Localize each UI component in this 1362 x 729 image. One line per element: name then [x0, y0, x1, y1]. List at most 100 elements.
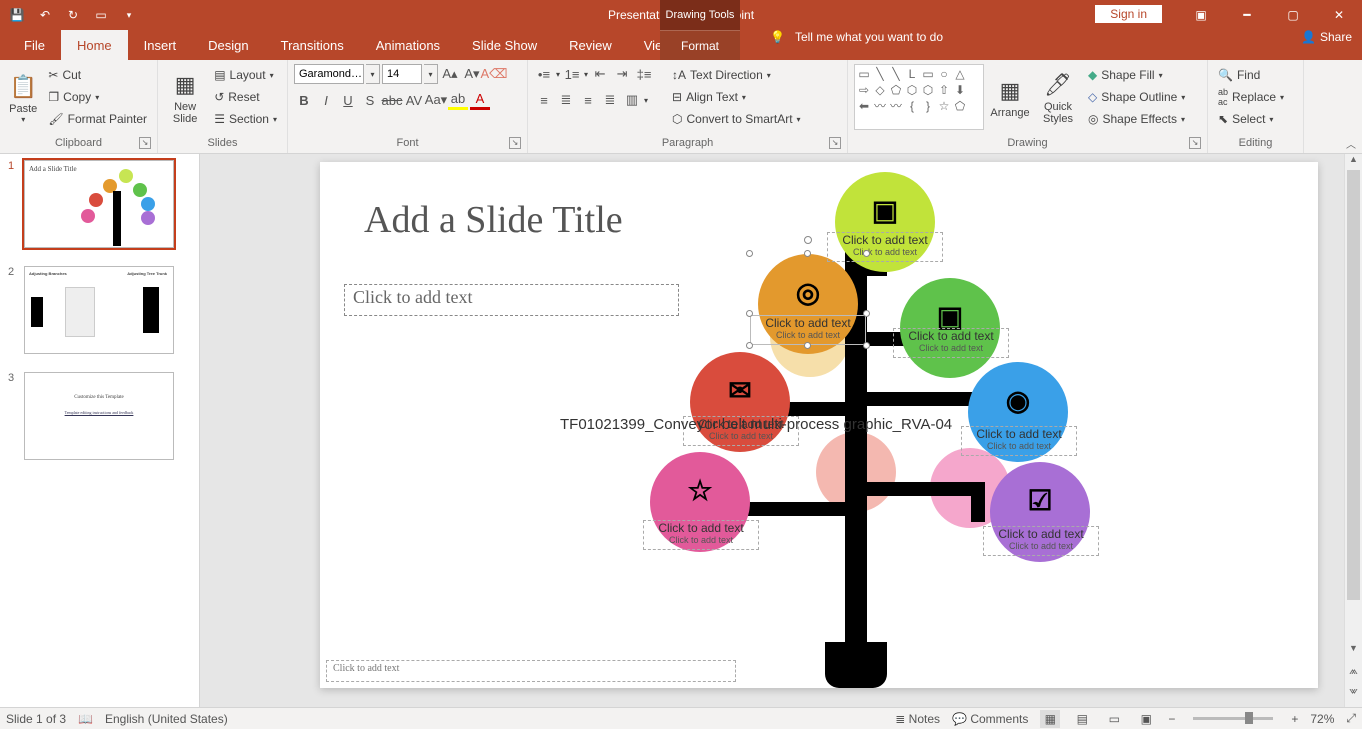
font-size-dropdown[interactable]: ▾ [424, 64, 438, 84]
drawing-dialog-launcher[interactable]: ↘ [1189, 137, 1201, 149]
align-right-button[interactable]: ≡ [578, 90, 598, 110]
collapse-ribbon-button[interactable]: ︿ [1346, 136, 1356, 151]
notes-button[interactable]: ≣ Notes [895, 712, 940, 726]
thumb-2[interactable]: Adjusting Branches Adjusting Tree Trunk [24, 266, 174, 354]
tell-me-search[interactable]: 💡 Tell me what you want to do [770, 30, 943, 44]
thumb-3[interactable]: Customize this Template Template editing… [24, 372, 174, 460]
line-spacing-button[interactable]: ‡≡ [634, 64, 654, 84]
purple-text[interactable]: Click to add textClick to add text [983, 526, 1099, 556]
vertical-scrollbar[interactable]: ▲ ▼ ⩕ ⩖ [1344, 154, 1362, 707]
clear-formatting-button[interactable]: A⌫ [484, 64, 504, 84]
branch-f2[interactable] [971, 482, 985, 522]
new-slide-button[interactable]: ▦ New Slide [164, 64, 206, 130]
numbering-button[interactable]: 1≡ [562, 64, 582, 84]
language-status[interactable]: English (United States) [105, 712, 228, 726]
align-text-button[interactable]: ⊟Align Text▾ [668, 86, 805, 108]
font-size-input[interactable] [382, 64, 422, 84]
bullets-button[interactable]: •≡ [534, 64, 554, 84]
next-slide-icon[interactable]: ⩖ [1345, 685, 1362, 701]
slide-editor[interactable]: Add a Slide Title Click to add text TF01… [200, 154, 1344, 707]
scroll-up-icon[interactable]: ▲ [1345, 154, 1362, 170]
green-text[interactable]: Click to add textClick to add text [893, 328, 1009, 358]
align-center-button[interactable]: ≣ [556, 90, 576, 110]
slide-canvas[interactable]: Add a Slide Title Click to add text TF01… [320, 162, 1318, 688]
selection-handles[interactable] [750, 254, 866, 314]
pink-text[interactable]: Click to add textClick to add text [643, 520, 759, 550]
replace-button[interactable]: abacReplace▾ [1214, 86, 1288, 108]
tree-base[interactable] [825, 642, 887, 688]
cut-button[interactable]: ✂Cut [44, 64, 151, 86]
sign-in-button[interactable]: Sign in [1095, 5, 1162, 23]
font-color-button[interactable]: A [470, 90, 490, 110]
reading-view-button[interactable]: ▭ [1104, 710, 1124, 728]
sorter-view-button[interactable]: ▤ [1072, 710, 1092, 728]
copy-button[interactable]: ❐Copy▾ [44, 86, 151, 108]
spellcheck-icon[interactable]: 📖 [78, 712, 93, 726]
footer-placeholder[interactable]: Click to add text [326, 660, 736, 682]
change-case-button[interactable]: Aa▾ [426, 90, 446, 110]
format-painter-button[interactable]: 🖌Format Painter [44, 108, 151, 130]
reset-button[interactable]: ↺Reset [210, 86, 281, 108]
highlight-button[interactable]: ab [448, 90, 468, 110]
scroll-down-icon[interactable]: ▼ [1345, 643, 1362, 659]
decrease-indent-button[interactable]: ⇤ [590, 64, 610, 84]
tab-transitions[interactable]: Transitions [265, 30, 360, 60]
save-button[interactable]: 💾 [4, 1, 30, 29]
thumb-2-row[interactable]: 2 Adjusting Branches Adjusting Tree Trun… [8, 266, 191, 354]
qat-customize-icon[interactable]: ▾ [116, 1, 142, 29]
maximize-button[interactable]: ▢ [1270, 1, 1316, 29]
shape-outline-button[interactable]: ◇Shape Outline▾ [1084, 86, 1189, 108]
title-placeholder[interactable]: Add a Slide Title [364, 198, 623, 242]
shrink-font-button[interactable]: A▾ [462, 64, 482, 84]
fit-to-window-button[interactable]: ⤢ [1346, 711, 1356, 726]
increase-indent-button[interactable]: ⇥ [612, 64, 632, 84]
tab-review[interactable]: Review [553, 30, 628, 60]
slide-thumbnails-pane[interactable]: 1 Add a Slide Title 2 Adjusting Branches… [0, 154, 200, 707]
grow-font-button[interactable]: A▴ [440, 64, 460, 84]
underline-button[interactable]: U [338, 90, 358, 110]
comments-button[interactable]: 💬 Comments [952, 712, 1028, 726]
zoom-level[interactable]: 72% [1310, 712, 1334, 726]
body-placeholder[interactable]: Click to add text [344, 284, 679, 316]
columns-button[interactable]: ▥ [622, 90, 642, 110]
italic-button[interactable]: I [316, 90, 336, 110]
select-button[interactable]: ⬉Select▾ [1214, 108, 1288, 130]
font-dialog-launcher[interactable]: ↘ [509, 137, 521, 149]
ribbon-display-options-button[interactable]: ▣ [1178, 1, 1224, 29]
text-direction-button[interactable]: ↕AText Direction▾ [668, 64, 805, 86]
slide-counter[interactable]: Slide 1 of 3 [6, 712, 66, 726]
tab-home[interactable]: Home [61, 30, 128, 60]
align-left-button[interactable]: ≡ [534, 90, 554, 110]
tab-insert[interactable]: Insert [128, 30, 193, 60]
minimize-button[interactable]: ━ [1224, 1, 1270, 29]
thumb-3-row[interactable]: 3 Customize this Template Template editi… [8, 372, 191, 460]
redo-button[interactable]: ↻ [60, 1, 86, 29]
arrange-button[interactable]: ▦Arrange [988, 64, 1032, 130]
font-name-input[interactable] [294, 64, 364, 84]
tab-slideshow[interactable]: Slide Show [456, 30, 553, 60]
convert-smartart-button[interactable]: ⬡Convert to SmartArt▾ [668, 108, 805, 130]
layout-button[interactable]: ▤Layout▾ [210, 64, 281, 86]
tab-file[interactable]: File [8, 30, 61, 60]
zoom-handle[interactable] [1245, 712, 1253, 724]
thumb-1-row[interactable]: 1 Add a Slide Title [8, 160, 191, 248]
shape-effects-button[interactable]: ◎Shape Effects▾ [1084, 108, 1189, 130]
tab-design[interactable]: Design [192, 30, 264, 60]
char-spacing-button[interactable]: AV [404, 90, 424, 110]
scroll-thumb[interactable] [1347, 170, 1360, 600]
tab-format[interactable]: Format [660, 30, 740, 60]
start-from-beginning-button[interactable]: ▭ [88, 1, 114, 29]
branch-d1[interactable] [865, 392, 985, 406]
zoom-slider[interactable] [1193, 717, 1273, 720]
thumb-1[interactable]: Add a Slide Title [24, 160, 174, 248]
orange-text-selected[interactable]: Click to add textClick to add text [750, 315, 866, 345]
section-button[interactable]: ☰Section▾ [210, 108, 281, 130]
paragraph-dialog-launcher[interactable]: ↘ [829, 137, 841, 149]
zoom-out-button[interactable]: − [1168, 712, 1175, 726]
find-button[interactable]: 🔍Find [1214, 64, 1288, 86]
clipboard-dialog-launcher[interactable]: ↘ [139, 137, 151, 149]
shadow-button[interactable]: S [360, 90, 380, 110]
tab-animations[interactable]: Animations [360, 30, 456, 60]
close-button[interactable]: ✕ [1316, 1, 1362, 29]
slideshow-view-button[interactable]: ▣ [1136, 710, 1156, 728]
